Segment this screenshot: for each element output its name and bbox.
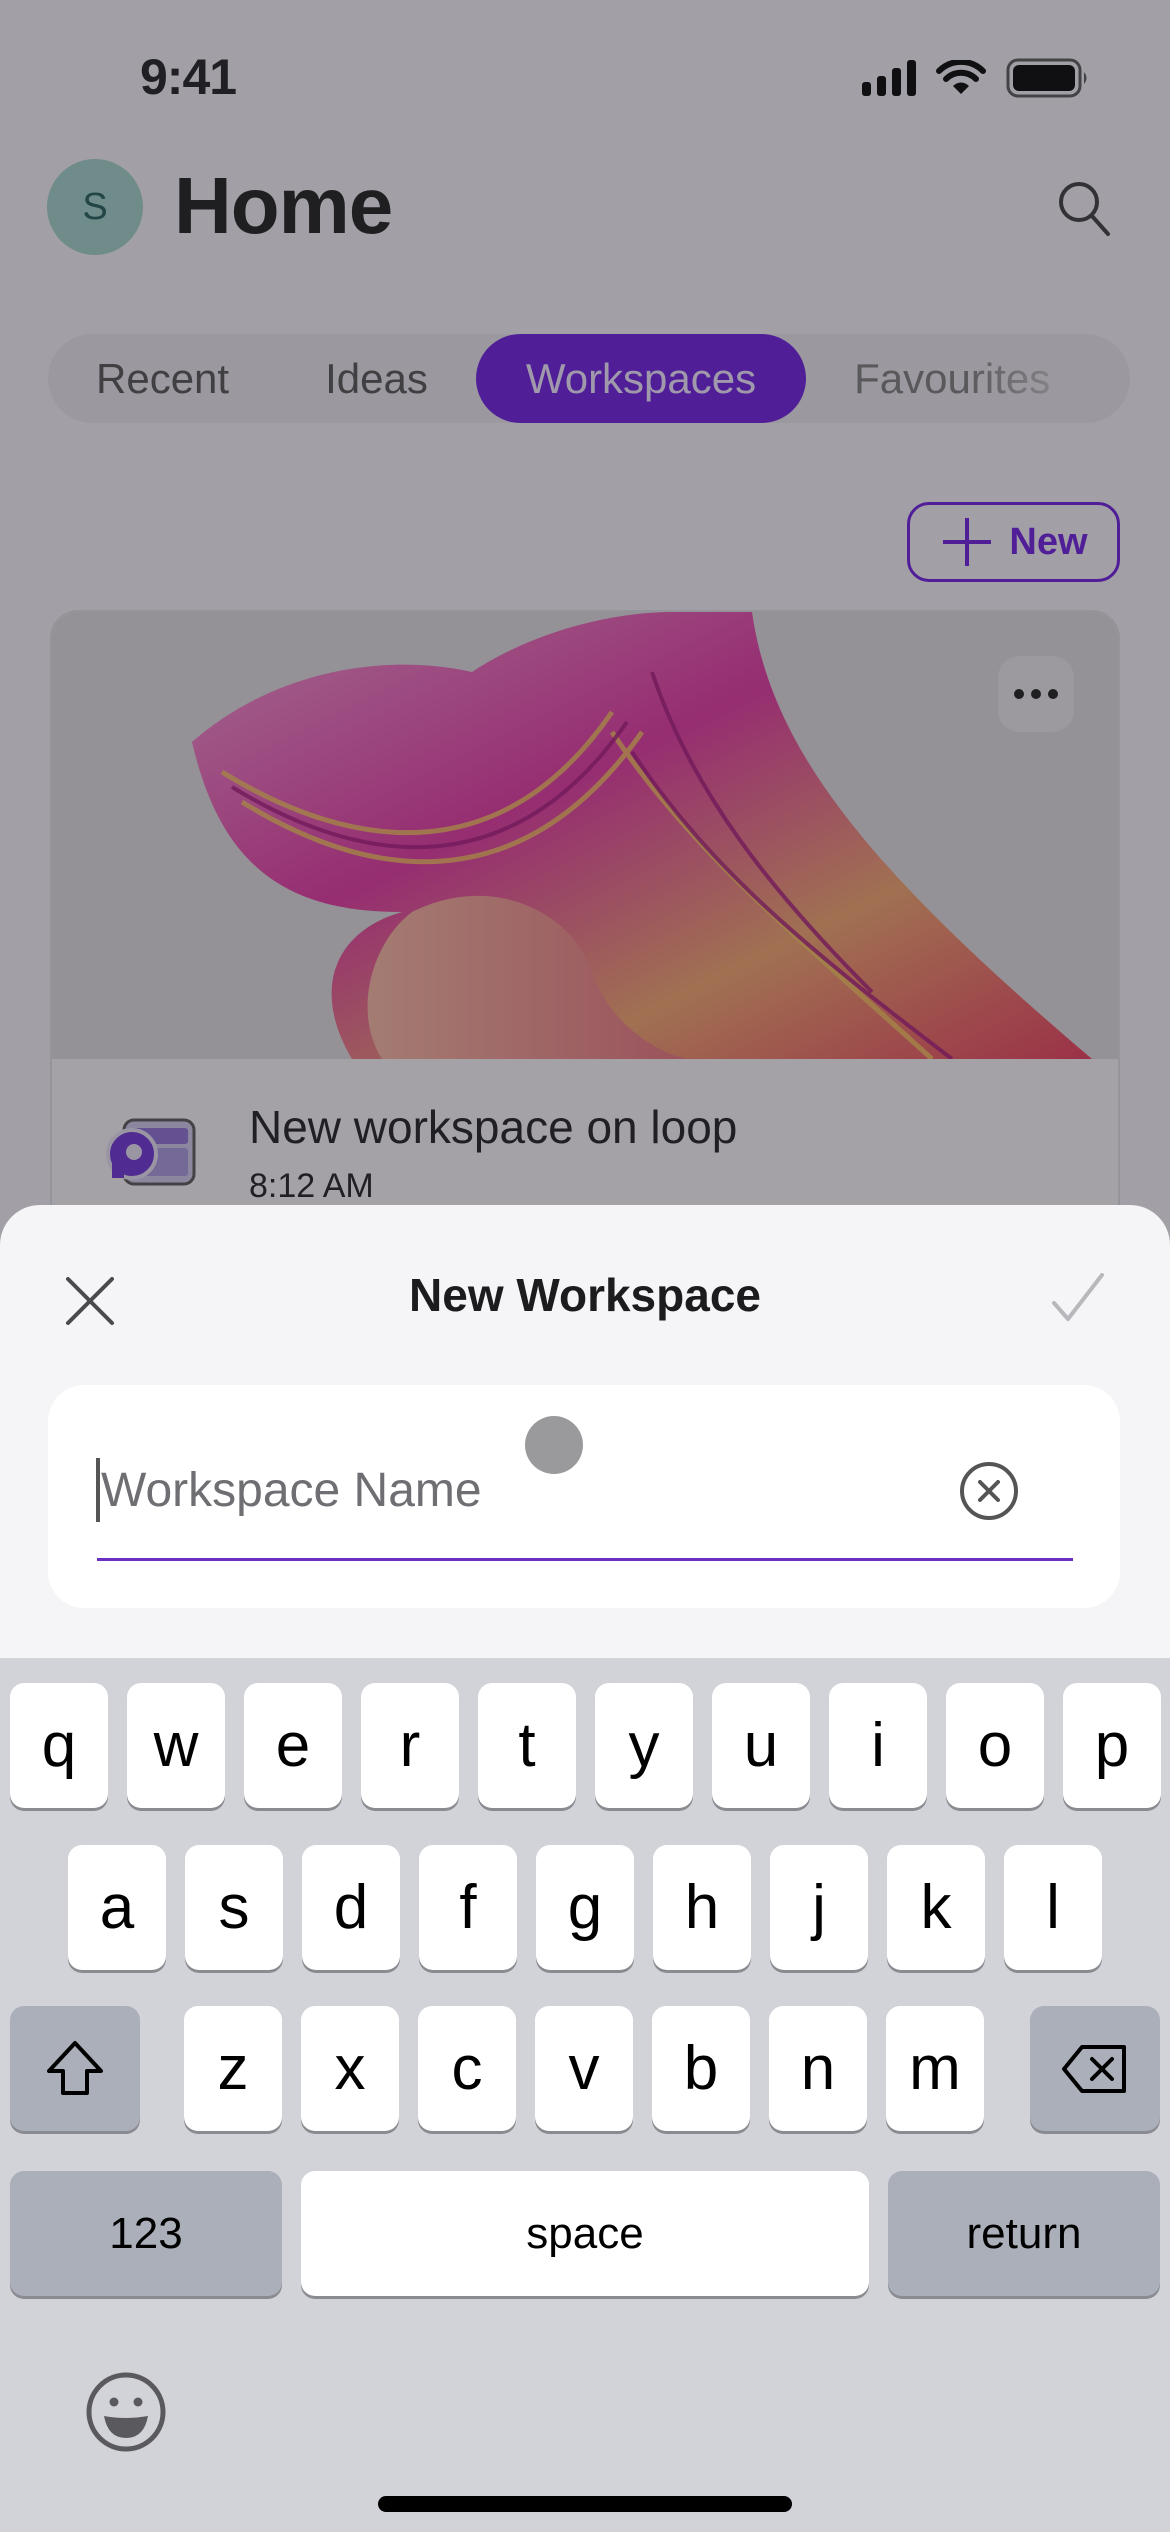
key-a[interactable]: a bbox=[68, 1845, 166, 1970]
key-h[interactable]: h bbox=[653, 1845, 751, 1970]
more-horizontal-icon bbox=[1014, 689, 1024, 699]
key-s[interactable]: s bbox=[185, 1845, 283, 1970]
new-workspace-sheet: New Workspace bbox=[0, 1205, 1170, 1665]
key-w[interactable]: w bbox=[127, 1683, 225, 1808]
tab-workspaces[interactable]: Workspaces bbox=[475, 334, 807, 423]
workspace-card[interactable]: New workspace on loop 8:12 AM bbox=[50, 610, 1120, 1250]
key-p[interactable]: p bbox=[1063, 1683, 1161, 1808]
sheet-title: New Workspace bbox=[409, 1269, 761, 1321]
checkmark-icon[interactable] bbox=[1048, 1269, 1108, 1329]
workspace-cover-image bbox=[52, 612, 1118, 1059]
key-c[interactable]: c bbox=[418, 2006, 516, 2131]
touch-indicator bbox=[525, 1416, 583, 1474]
key-q[interactable]: q bbox=[10, 1683, 108, 1808]
shift-key[interactable] bbox=[10, 2006, 140, 2131]
tab-bar: Recent Ideas Workspaces Favourites bbox=[48, 334, 1130, 423]
key-z[interactable]: z bbox=[184, 2006, 282, 2131]
onscreen-keyboard: 123 space return qwertyuiop asdfghjkl zxcv… bbox=[0, 1658, 1170, 2532]
space-key[interactable]: space bbox=[301, 2171, 869, 2296]
tab-recent[interactable]: Recent bbox=[48, 334, 277, 423]
page-title: Home bbox=[174, 161, 393, 250]
clear-text-icon[interactable] bbox=[958, 1460, 1020, 1522]
workspace-name-input[interactable] bbox=[97, 1445, 957, 1535]
home-indicator bbox=[378, 2496, 792, 2512]
shift-icon bbox=[47, 2040, 103, 2095]
abstract-swirl-artwork bbox=[192, 612, 1092, 1059]
key-j[interactable]: j bbox=[770, 1845, 868, 1970]
battery-icon bbox=[1006, 58, 1087, 98]
input-underline bbox=[97, 1558, 1073, 1561]
new-workspace-button[interactable]: New bbox=[907, 502, 1120, 582]
search-icon[interactable] bbox=[1052, 176, 1116, 240]
key-y[interactable]: y bbox=[595, 1683, 693, 1808]
loop-workspace-icon bbox=[106, 1118, 196, 1186]
key-l[interactable]: l bbox=[1004, 1845, 1102, 1970]
key-x[interactable]: x bbox=[301, 2006, 399, 2131]
workspace-timestamp: 8:12 AM bbox=[249, 1167, 374, 1205]
return-key[interactable]: return bbox=[888, 2171, 1160, 2296]
key-i[interactable]: i bbox=[829, 1683, 927, 1808]
emoji-icon[interactable] bbox=[84, 2370, 168, 2454]
workspace-title: New workspace on loop bbox=[249, 1101, 738, 1153]
key-k[interactable]: k bbox=[887, 1845, 985, 1970]
key-e[interactable]: e bbox=[244, 1683, 342, 1808]
key-v[interactable]: v bbox=[535, 2006, 633, 2131]
backspace-icon bbox=[1062, 2044, 1126, 2093]
status-icons bbox=[862, 58, 1090, 98]
new-button-label: New bbox=[1009, 520, 1088, 563]
avatar[interactable]: S bbox=[47, 159, 143, 255]
key-r[interactable]: r bbox=[361, 1683, 459, 1808]
key-g[interactable]: g bbox=[536, 1845, 634, 1970]
cellular-signal-icon bbox=[862, 60, 916, 96]
key-t[interactable]: t bbox=[478, 1683, 576, 1808]
key-b[interactable]: b bbox=[652, 2006, 750, 2131]
workspace-name-card bbox=[48, 1385, 1120, 1608]
key-n[interactable]: n bbox=[769, 2006, 867, 2131]
key-u[interactable]: u bbox=[712, 1683, 810, 1808]
key-f[interactable]: f bbox=[419, 1845, 517, 1970]
numbers-key[interactable]: 123 bbox=[10, 2171, 282, 2296]
status-time: 9:41 bbox=[140, 49, 237, 105]
key-m[interactable]: m bbox=[886, 2006, 984, 2131]
key-d[interactable]: d bbox=[302, 1845, 400, 1970]
more-options-button[interactable] bbox=[998, 656, 1074, 732]
wifi-icon bbox=[936, 60, 986, 94]
plus-icon bbox=[943, 518, 992, 566]
tab-favourites[interactable]: Favourites bbox=[806, 334, 1098, 423]
tab-ideas[interactable]: Ideas bbox=[277, 334, 476, 423]
backspace-key[interactable] bbox=[1030, 2006, 1160, 2131]
key-o[interactable]: o bbox=[946, 1683, 1044, 1808]
